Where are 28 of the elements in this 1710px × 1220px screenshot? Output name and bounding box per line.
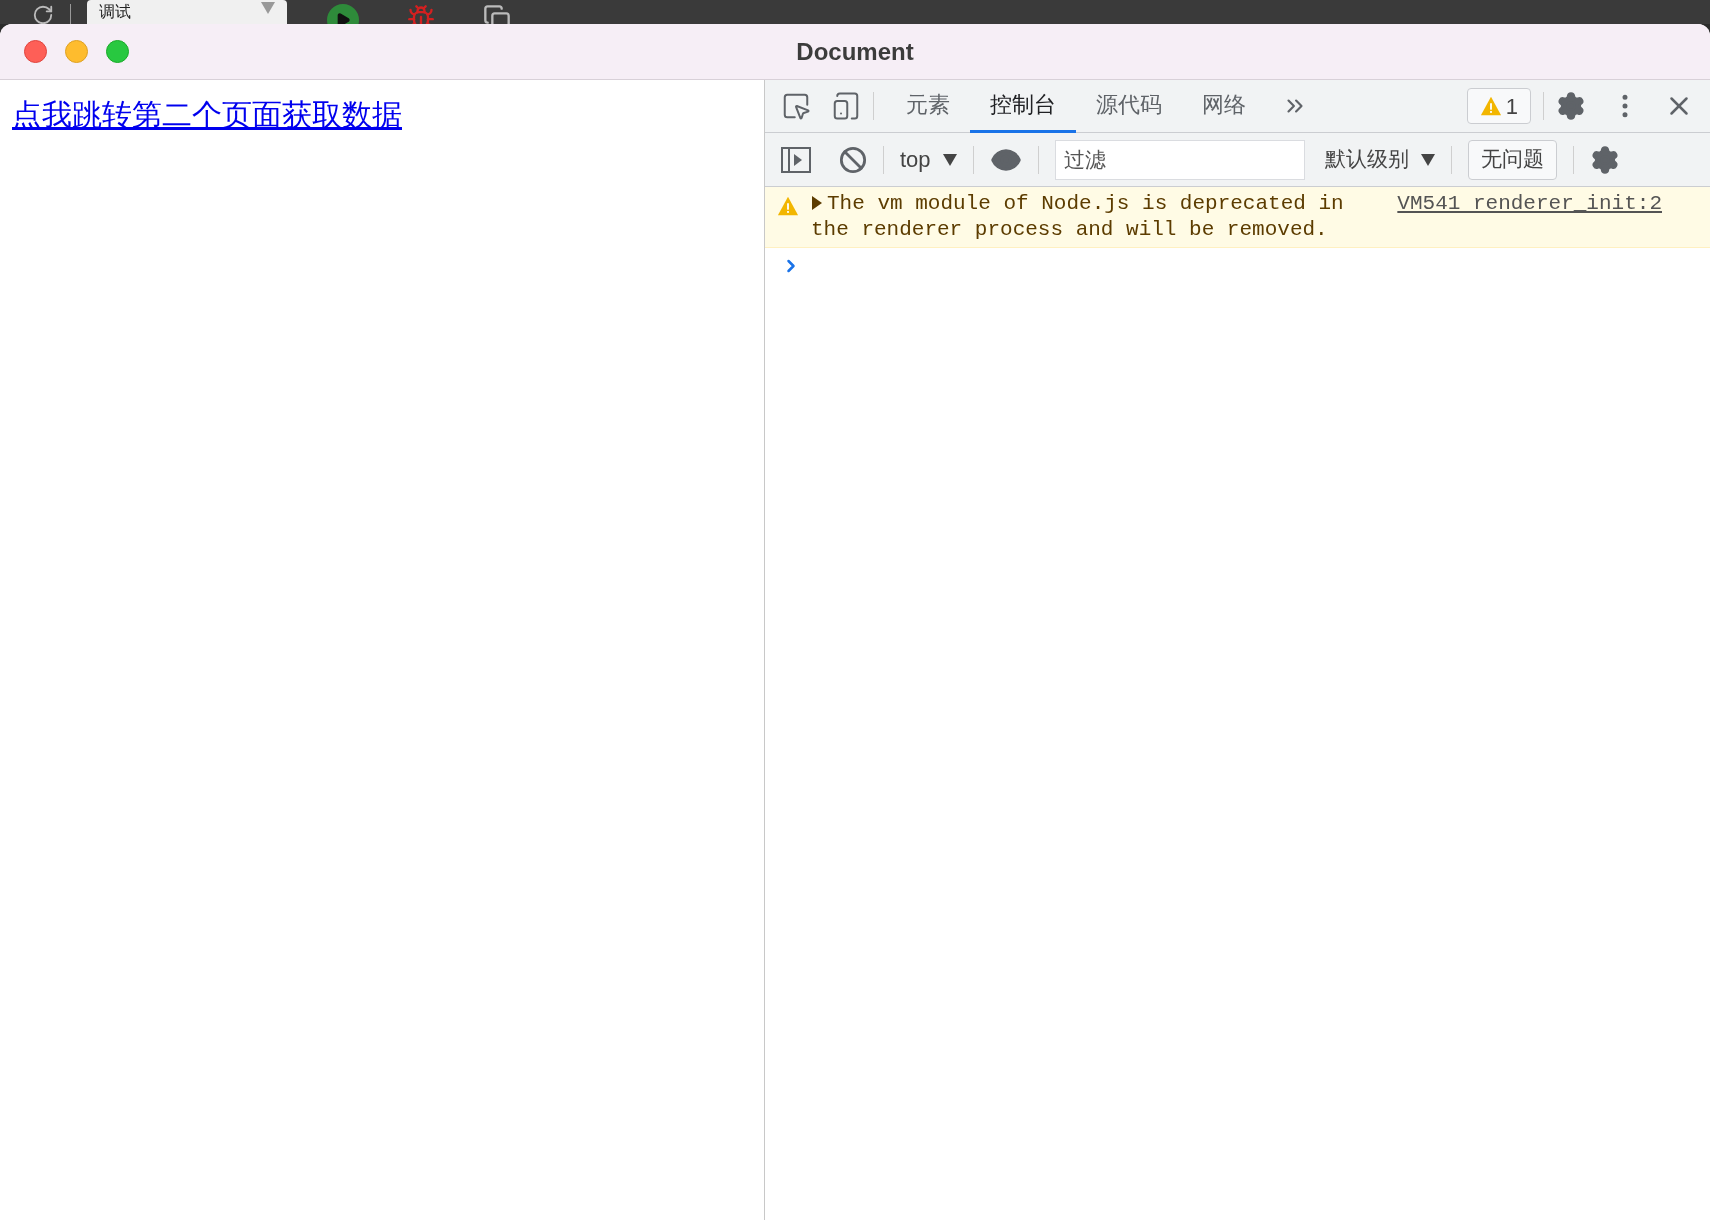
warning-icon [777,195,799,217]
devtools-tab[interactable]: 网络 [1182,79,1266,133]
level-select[interactable]: 默认级别 [1324,143,1435,176]
caret-icon [261,2,275,14]
warnings-badge[interactable]: 1 [1466,88,1531,124]
window-title: Document [796,36,914,67]
close-window-button[interactable] [24,40,47,63]
settings-icon[interactable] [1556,91,1586,121]
devtools-tab[interactable]: 源代码 [1076,79,1182,133]
expand-triangle-icon[interactable] [811,196,823,210]
issues-button[interactable]: 无问题 [1467,139,1557,180]
filter-field[interactable]: 过滤 [1054,139,1305,180]
console-settings-icon[interactable] [1589,144,1620,175]
caret-icon [942,153,957,166]
warning-text: The vm module of Node.js is deprecated in the renderer process and will be removed. [811,192,1344,241]
config-select[interactable]: 调试 [87,0,287,24]
inspect-icon[interactable] [781,91,811,121]
warning-icon [1479,95,1502,117]
source-link[interactable]: VM541 renderer_init:2 [1397,191,1662,217]
caret-icon [1420,153,1435,166]
page-link[interactable]: 点我跳转第二个页面获取数据 [12,97,402,132]
refresh-icon[interactable] [32,4,54,24]
devtools-tab[interactable]: 元素 [886,79,970,133]
copy-icon[interactable] [483,4,511,24]
clear-console-icon[interactable] [839,145,867,174]
sidebar-toggle-icon[interactable] [781,146,811,173]
context-select[interactable]: top [900,143,957,176]
device-icon[interactable] [831,91,861,121]
